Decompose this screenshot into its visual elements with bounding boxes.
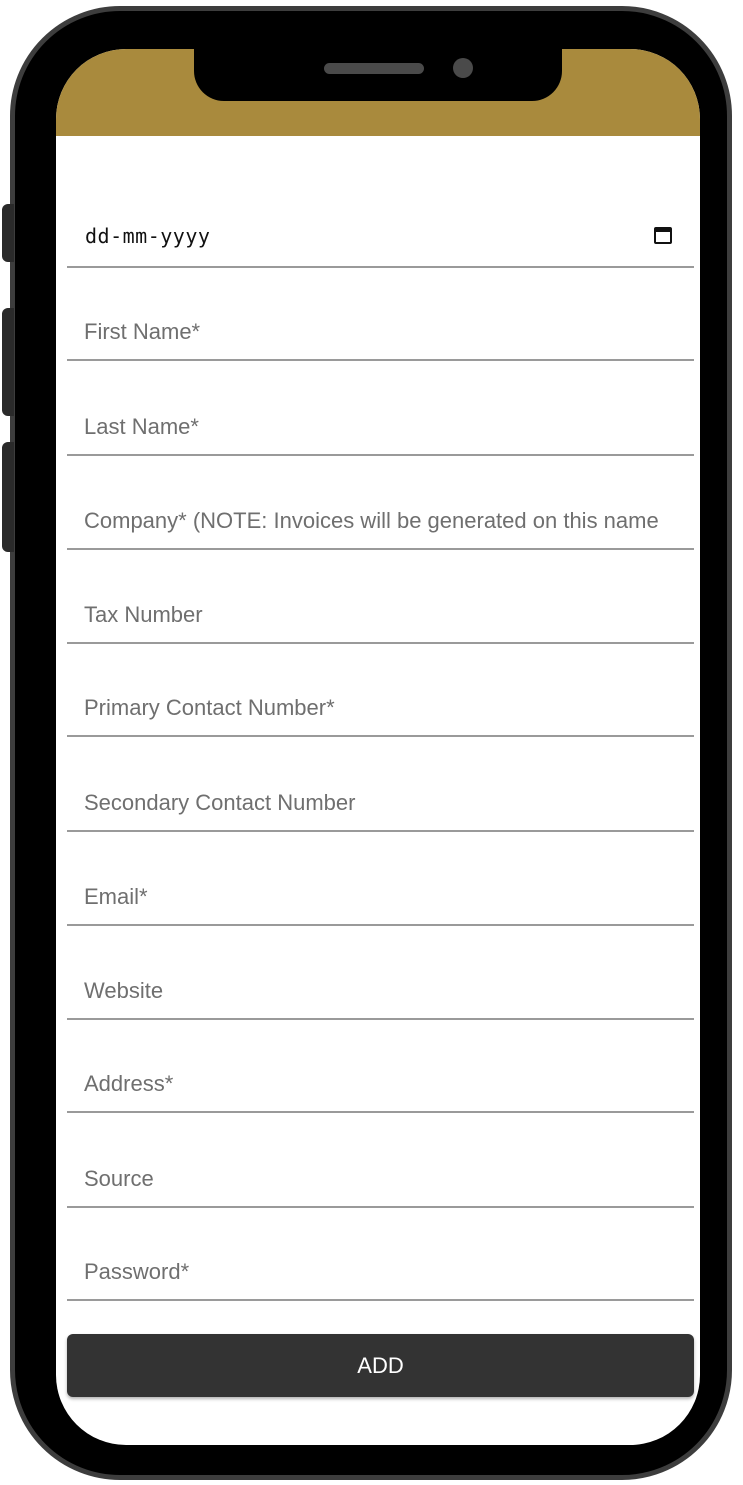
secondary-contact-placeholder: Secondary Contact Number <box>84 790 356 815</box>
side-button-mute <box>2 204 14 262</box>
source-placeholder: Source <box>84 1166 154 1191</box>
tax-number-placeholder: Tax Number <box>84 602 203 627</box>
source-field[interactable]: Source <box>67 1148 694 1208</box>
website-field[interactable]: Website <box>67 960 694 1020</box>
password-placeholder: Password* <box>84 1259 190 1284</box>
tax-number-field[interactable]: Tax Number <box>67 584 694 644</box>
primary-contact-placeholder: Primary Contact Number* <box>84 695 335 720</box>
email-field[interactable]: Email* <box>67 866 694 926</box>
last-name-placeholder: Last Name* <box>84 414 199 439</box>
company-field[interactable]: Company* (NOTE: Invoices will be generat… <box>67 490 694 550</box>
primary-contact-field[interactable]: Primary Contact Number* <box>67 677 694 737</box>
secondary-contact-field[interactable]: Secondary Contact Number <box>67 772 694 832</box>
last-name-field[interactable]: Last Name* <box>67 396 694 456</box>
first-name-field[interactable]: First Name* <box>67 301 694 361</box>
address-field[interactable]: Address* <box>67 1053 694 1113</box>
date-input[interactable]: dd-mm-yyyy <box>67 208 694 268</box>
side-button-volume-down <box>2 442 14 552</box>
email-placeholder: Email* <box>84 884 148 909</box>
add-button[interactable]: ADD <box>67 1334 694 1397</box>
calendar-icon[interactable] <box>654 227 672 244</box>
address-placeholder: Address* <box>84 1071 174 1096</box>
date-placeholder: dd-mm-yyyy <box>85 224 211 248</box>
website-placeholder: Website <box>84 978 164 1003</box>
side-button-volume-up <box>2 308 14 416</box>
company-placeholder: Company* (NOTE: Invoices will be generat… <box>84 508 659 533</box>
speaker-grille <box>324 63 424 74</box>
front-camera <box>453 58 473 78</box>
first-name-placeholder: First Name* <box>84 319 201 344</box>
password-field[interactable]: Password* <box>67 1241 694 1301</box>
